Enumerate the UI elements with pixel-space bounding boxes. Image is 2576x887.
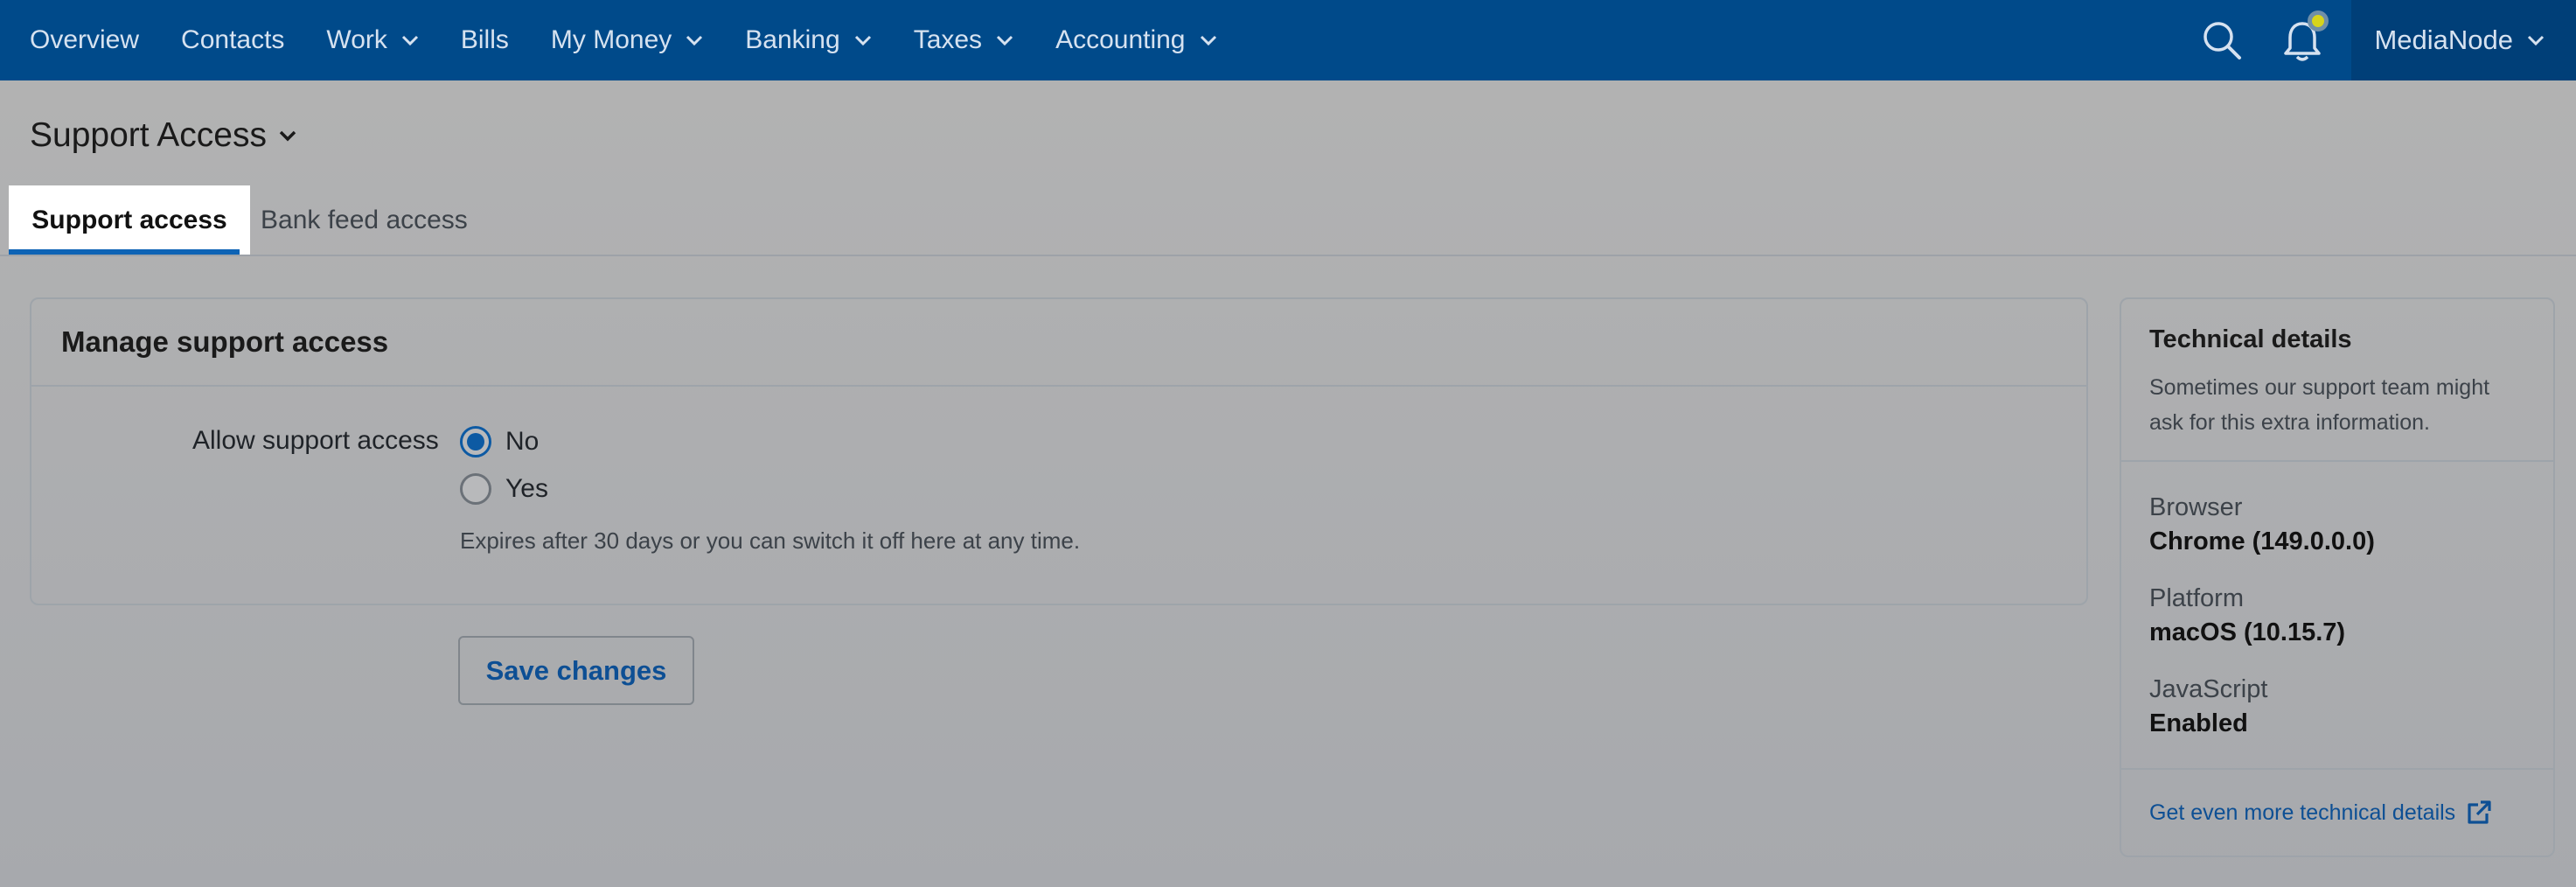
allow-support-access-label: Allow support access <box>192 426 439 455</box>
save-changes-button[interactable]: Save changes <box>458 636 694 705</box>
nav-work[interactable]: Work <box>305 0 439 80</box>
radio-yes[interactable] <box>460 473 491 505</box>
card-title: Manage support access <box>31 299 2086 387</box>
tab-support-access[interactable]: Support access <box>9 185 250 255</box>
nav-right-group: MediaNode <box>2182 0 2576 80</box>
nav-my-money[interactable]: My Money <box>530 0 724 80</box>
expiry-hint: Expires after 30 days or you can switch … <box>460 527 1081 554</box>
technical-details-title: Technical details <box>2149 325 2352 353</box>
radio-option-yes[interactable]: Yes <box>460 473 548 505</box>
detail-platform: Platform macOS (10.15.7) <box>2149 584 2346 646</box>
nav-contacts[interactable]: Contacts <box>160 0 305 80</box>
technical-details-footer: Get even more technical details <box>2121 768 2553 856</box>
search-icon <box>2204 22 2242 59</box>
radio-no[interactable] <box>460 426 491 457</box>
notifications-button[interactable] <box>2262 0 2343 80</box>
external-link-icon <box>2468 800 2491 824</box>
more-technical-details-link[interactable]: Get even more technical details <box>2149 800 2492 826</box>
tab-bar: Support access Bank feed access <box>0 185 2576 256</box>
nav-banking[interactable]: Banking <box>724 0 892 80</box>
search-button[interactable] <box>2182 0 2262 80</box>
detail-javascript: JavaScript Enabled <box>2149 675 2268 737</box>
top-navigation: Overview Contacts Work Bills My Money Ba… <box>0 0 2576 80</box>
tab-bank-feed-access[interactable]: Bank feed access <box>261 185 468 255</box>
chevron-down-icon <box>2527 35 2545 45</box>
page-title[interactable]: Support Access <box>30 116 296 155</box>
nav-bills[interactable]: Bills <box>440 0 530 80</box>
chevron-down-icon <box>401 35 418 45</box>
detail-browser: Browser Chrome (149.0.0.0) <box>2149 493 2375 555</box>
chevron-down-icon <box>997 35 1013 45</box>
chevron-down-icon <box>854 35 871 45</box>
technical-details-description: Sometimes our support team might ask for… <box>2149 375 2490 435</box>
nav-taxes[interactable]: Taxes <box>893 0 1034 80</box>
chevron-down-icon <box>279 130 296 141</box>
manage-support-access-card: Manage support access Allow support acce… <box>30 297 2088 605</box>
chevron-down-icon <box>1200 35 1216 45</box>
chevron-down-icon <box>686 35 703 45</box>
organization-switcher[interactable]: MediaNode <box>2351 0 2576 80</box>
nav-overview[interactable]: Overview <box>0 0 160 80</box>
notification-badge <box>2308 10 2329 31</box>
technical-details-panel: Technical details Sometimes our support … <box>2120 297 2555 857</box>
nav-accounting[interactable]: Accounting <box>1034 0 1237 80</box>
technical-details-header: Technical details Sometimes our support … <box>2121 299 2553 462</box>
radio-option-no[interactable]: No <box>460 426 539 457</box>
